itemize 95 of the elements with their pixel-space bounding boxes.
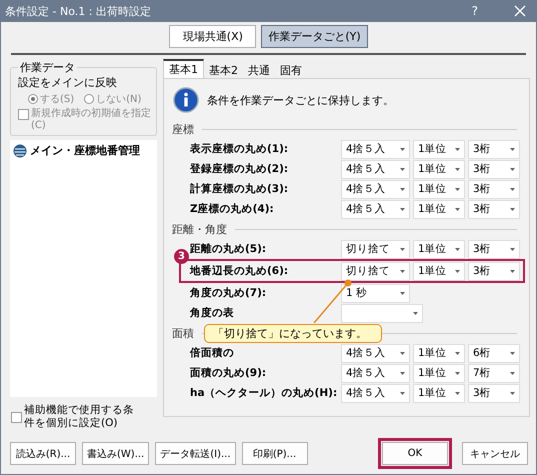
dropdown[interactable]: 切り捨て [341, 262, 410, 280]
dropdown[interactable]: 4捨５入 [341, 200, 410, 218]
caret-icon [510, 372, 515, 374]
caret-icon [510, 148, 515, 150]
dropdown[interactable]: 4捨５入 [341, 364, 410, 382]
info-icon [173, 87, 199, 113]
caret-icon [510, 188, 515, 190]
caret-icon [400, 168, 405, 170]
caret-icon [400, 352, 405, 354]
dropdown[interactable]: 1単位 [413, 384, 465, 402]
caret-icon [400, 392, 405, 394]
dropdown[interactable]: 4捨５入 [341, 160, 410, 178]
caret-icon [400, 188, 405, 190]
scope-button[interactable]: 現場共通(X) [169, 25, 256, 48]
field-label: 距離の丸め(5): [190, 242, 268, 256]
callout: 「切り捨て」になっています。 [204, 324, 382, 343]
dropdown[interactable]: 1単位 [413, 240, 465, 258]
caret-icon [455, 248, 460, 250]
field-label: 面積の丸め(9): [190, 366, 268, 380]
scope-button[interactable]: 作業データごと(Y) [261, 25, 368, 48]
globe-icon [13, 144, 27, 158]
dropdown[interactable]: 1単位 [413, 364, 465, 382]
action-button[interactable]: 読込み(R)... [10, 442, 76, 465]
dropdown[interactable]: 1単位 [413, 140, 465, 158]
dialog-button[interactable]: OK [382, 442, 448, 465]
dropdown[interactable]: 3桁 [468, 240, 520, 258]
option-label: 設定をメインに反映 [18, 75, 118, 90]
field-label: 角度の表 [190, 306, 235, 320]
help-button[interactable]: ? [472, 4, 478, 18]
caret-icon [400, 270, 405, 272]
caret-icon [455, 352, 460, 354]
caret-icon [400, 248, 405, 250]
tab[interactable]: 固有 [275, 62, 307, 78]
dropdown[interactable]: 4捨５入 [341, 384, 410, 402]
tab[interactable]: 基本2 [204, 62, 243, 78]
caret-icon [400, 292, 405, 294]
caret-icon [510, 270, 515, 272]
dropdown[interactable]: 3桁 [468, 160, 520, 178]
action-button[interactable]: 書込み(W)... [82, 442, 150, 465]
field-label: 表示座標の丸め(1): [190, 142, 290, 156]
dropdown[interactable]: 6桁 [468, 344, 520, 362]
info-text: 条件を作業データごとに保持します。 [207, 92, 394, 108]
action-button[interactable]: データ転送(I)... [155, 442, 236, 465]
field-label: 計算座標の丸め(3): [190, 182, 290, 196]
dropdown[interactable]: 3桁 [468, 262, 520, 280]
dropdown[interactable]: 1単位 [413, 200, 465, 218]
caret-icon [510, 168, 515, 170]
dropdown[interactable]: 1単位 [413, 160, 465, 178]
dropdown[interactable]: 7桁 [468, 364, 520, 382]
field-label: 倍面積の [190, 346, 235, 360]
window-title: 条件設定 - No.1 : 出荷時設定 [5, 4, 152, 18]
section-title: 距離・角度 [172, 222, 227, 237]
dropdown[interactable]: 1単位 [413, 180, 465, 198]
dropdown[interactable]: 4捨５入 [341, 140, 410, 158]
group-title: 作業データ [19, 60, 76, 75]
dropdown[interactable]: 3桁 [468, 384, 520, 402]
field-label: 角度の丸め(7): [190, 286, 268, 300]
caret-icon [455, 148, 460, 150]
close-icon[interactable] [514, 5, 526, 17]
caret-icon [400, 372, 405, 374]
tab[interactable]: 共通 [243, 62, 275, 78]
dialog-button[interactable]: キャンセル [462, 442, 528, 465]
dropdown[interactable]: 1単位 [413, 344, 465, 362]
dropdown[interactable]: 4捨５入 [341, 180, 410, 198]
dropdown[interactable]: 1 秒 [341, 284, 410, 302]
section-title: 座標 [172, 122, 194, 137]
caret-icon [455, 188, 460, 190]
field-label: ha（ヘクタール）の丸め(H): [190, 386, 338, 400]
field-label: 登録座標の丸め(2): [190, 162, 290, 176]
caret-icon [400, 148, 405, 150]
tab[interactable]: 基本1 [163, 59, 204, 78]
caret-icon [455, 392, 460, 394]
field-label: 地番辺長の丸め(6): [190, 264, 290, 278]
dropdown[interactable]: 1単位 [413, 262, 465, 280]
caret-icon [510, 392, 515, 394]
dropdown[interactable]: 4捨５入 [341, 344, 410, 362]
caret-icon [400, 208, 405, 210]
caret-icon [455, 208, 460, 210]
dropdown[interactable]: 3桁 [468, 200, 520, 218]
action-button[interactable]: 印刷(P)... [242, 442, 308, 465]
field-label: Z座標の丸め(4): [190, 202, 275, 216]
dropdown[interactable]: 切り捨て [341, 240, 410, 258]
caret-icon [455, 372, 460, 374]
dropdown[interactable]: 3桁 [468, 180, 520, 198]
caret-icon [510, 208, 515, 210]
tree-item[interactable]: メイン・座標地番管理 [13, 143, 154, 158]
caret-icon [510, 248, 515, 250]
checkbox[interactable]: 補助機能で使用する条件を個別に設定(O) [11, 404, 157, 430]
caret-icon [413, 312, 418, 314]
step-badge: 3 [174, 249, 189, 264]
caret-icon [455, 168, 460, 170]
caret-icon [455, 270, 460, 272]
dropdown[interactable]: 3桁 [468, 140, 520, 158]
section-title: 面積 [172, 326, 194, 341]
caret-icon [510, 352, 515, 354]
